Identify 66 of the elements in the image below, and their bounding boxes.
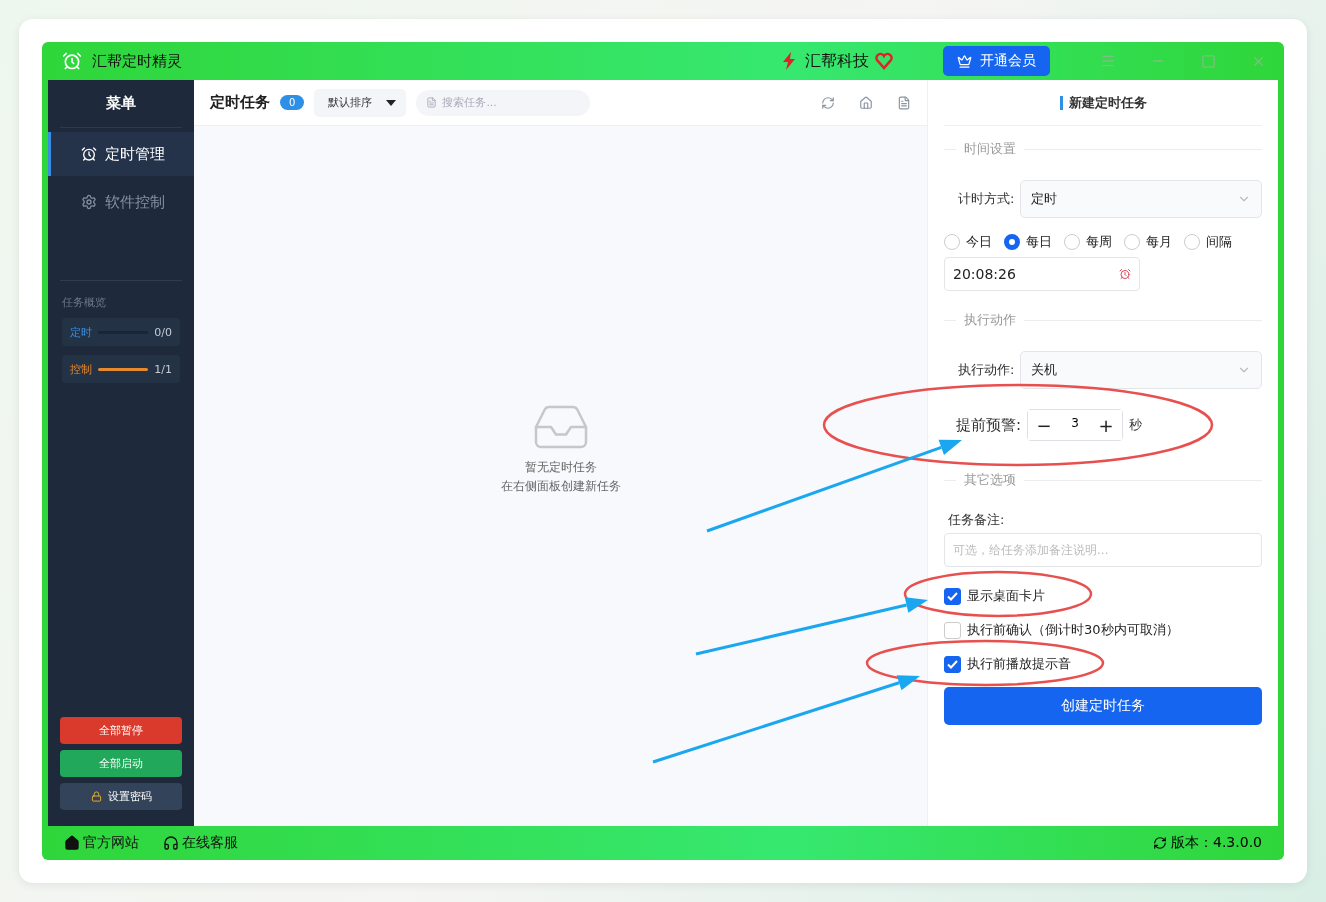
home-icon[interactable] bbox=[859, 95, 873, 110]
brand-name: 汇帮科技 bbox=[805, 50, 869, 72]
crown-icon bbox=[957, 53, 972, 69]
alarm-clock-icon bbox=[62, 51, 82, 71]
alarm-clock-icon bbox=[80, 146, 97, 162]
note-field[interactable]: 可选，给任务添加备注说明... bbox=[944, 533, 1262, 567]
sidebar-button[interactable]: 全部暂停 bbox=[60, 717, 182, 744]
section-title: 时间设置 bbox=[964, 140, 1016, 158]
section-title: 其它选项 bbox=[964, 471, 1016, 489]
caret-icon bbox=[386, 99, 397, 106]
radio-button[interactable] bbox=[1004, 234, 1020, 250]
home-icon bbox=[64, 835, 80, 851]
footer-link[interactable]: 官方网站 bbox=[64, 834, 139, 852]
section-title: 执行动作 bbox=[964, 311, 1016, 329]
radio-label: 今日 bbox=[966, 233, 992, 251]
time-field[interactable]: 20:08:26 bbox=[944, 257, 1140, 291]
action-select[interactable]: 关机 bbox=[1020, 351, 1262, 389]
overview-title: 任务概览 bbox=[61, 295, 107, 311]
refresh-icon bbox=[1153, 836, 1167, 850]
overview-label: 控制 bbox=[70, 361, 92, 377]
sidebar-button[interactable]: 设置密码 bbox=[60, 783, 182, 810]
document-icon bbox=[426, 96, 438, 108]
checkmark-icon bbox=[947, 659, 958, 669]
create-task-button[interactable]: 创建定时任务 bbox=[944, 687, 1262, 725]
checkbox[interactable] bbox=[944, 655, 961, 673]
field-label: 执行动作: bbox=[958, 361, 1015, 379]
unit-label: 秒 bbox=[1129, 416, 1143, 434]
overview-count: 1/1 bbox=[154, 362, 172, 376]
stepper-value: 3 bbox=[1070, 415, 1080, 432]
gear-icon bbox=[80, 194, 97, 210]
document-icon[interactable] bbox=[897, 95, 911, 110]
sort-dropdown[interactable]: 默认排序 bbox=[314, 88, 407, 117]
field-label: 提前预警: bbox=[956, 415, 1022, 435]
checkbox[interactable] bbox=[944, 587, 961, 605]
refresh-icon[interactable] bbox=[821, 95, 835, 110]
checkmark-icon bbox=[947, 591, 958, 601]
alarm-clock-icon bbox=[1119, 268, 1131, 280]
sidebar-title: 菜单 bbox=[60, 80, 182, 128]
overview-label: 定时 bbox=[70, 324, 92, 340]
vip-button[interactable]: 开通会员 bbox=[943, 46, 1050, 76]
radio-label: 每月 bbox=[1146, 233, 1172, 251]
form-title: 新建定时任务 bbox=[1068, 93, 1147, 112]
radio-label: 每日 bbox=[1026, 233, 1052, 251]
version-label: 版本：4.3.0.0 bbox=[1171, 834, 1262, 852]
lock-icon bbox=[90, 791, 102, 802]
title-marker bbox=[1059, 95, 1063, 110]
radio-label: 每周 bbox=[1086, 233, 1112, 251]
count-badge: 0 bbox=[280, 95, 305, 110]
timing-select[interactable]: 定时 bbox=[1020, 180, 1262, 218]
search-field[interactable]: 搜索任务... bbox=[416, 89, 591, 116]
field-label: 任务备注: bbox=[947, 511, 1006, 529]
heart-icon bbox=[875, 52, 893, 70]
checkbox-label: 显示桌面卡片 bbox=[967, 587, 1045, 605]
sidebar-item[interactable]: 定时管理 bbox=[48, 132, 194, 176]
panel-title: 定时任务 bbox=[210, 93, 270, 112]
checkbox-label: 执行前播放提示音 bbox=[967, 655, 1071, 673]
field-label: 计时方式: bbox=[958, 190, 1015, 208]
empty-hint: 在右侧面板创建新任务 bbox=[500, 478, 621, 495]
checkbox-label: 执行前确认（倒计时30秒内可取消） bbox=[967, 621, 1179, 639]
footer-link[interactable]: 在线客服 bbox=[163, 834, 238, 852]
sidebar-item[interactable]: 软件控制 bbox=[48, 180, 194, 224]
radio-label: 间隔 bbox=[1206, 233, 1232, 251]
headset-icon bbox=[163, 835, 179, 851]
empty-title: 暂无定时任务 bbox=[524, 459, 597, 476]
window-title: 汇帮定时精灵 bbox=[92, 51, 182, 71]
overview-count: 0/0 bbox=[154, 325, 172, 339]
